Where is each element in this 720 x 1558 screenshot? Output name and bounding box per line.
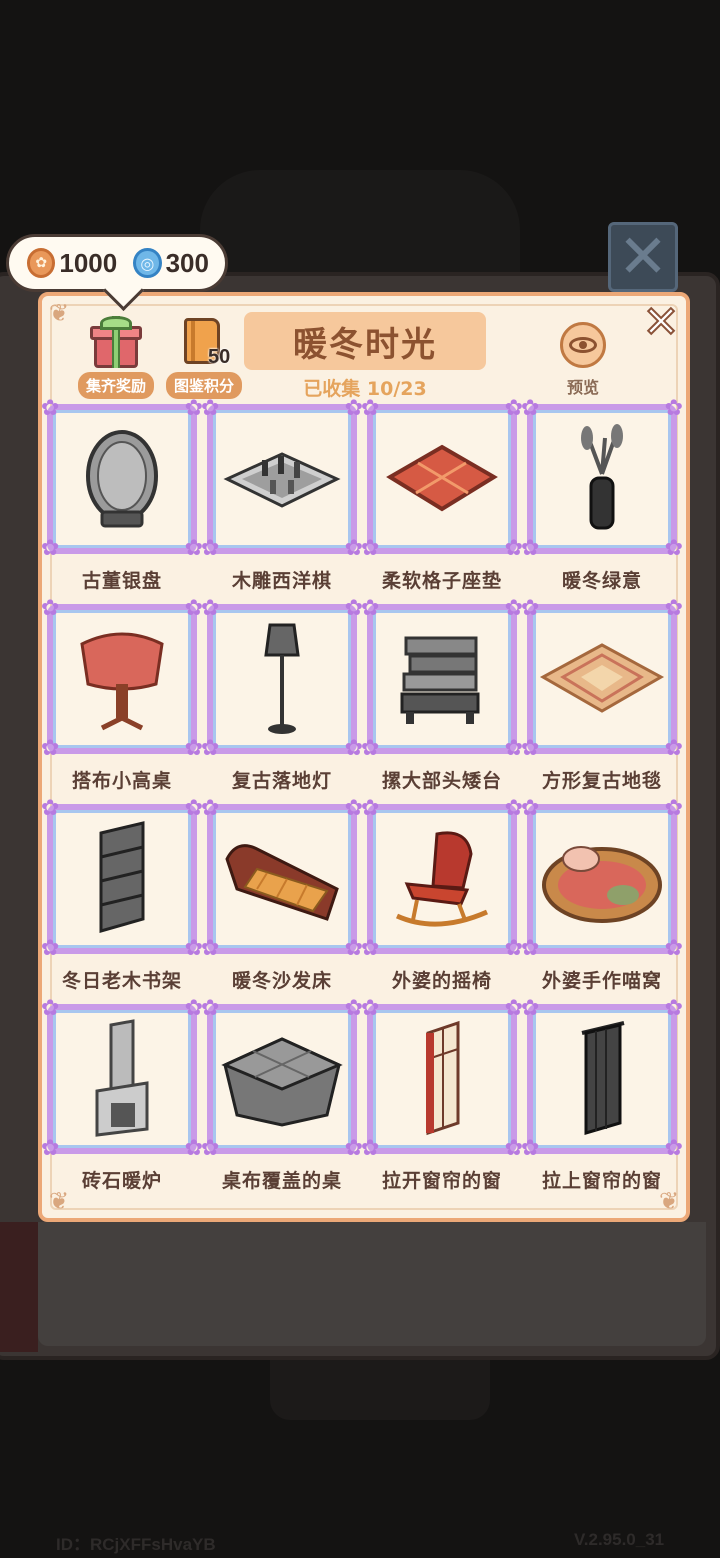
item-card[interactable]: ✿✿ 木雕西洋棋 bbox=[201, 398, 363, 604]
rug-icon bbox=[533, 610, 671, 748]
item-frame: ✿ ✿ bbox=[361, 798, 523, 961]
item-card[interactable]: ✿✿ 摞大部头矮台 bbox=[361, 598, 523, 804]
item-frame: ✿ ✿ bbox=[361, 598, 523, 761]
item-frame: ✿ ✿ bbox=[361, 998, 523, 1161]
item-card[interactable]: ✿✿ 暖冬绿意 bbox=[521, 398, 683, 604]
album-score-label: 图鉴积分 bbox=[166, 372, 243, 399]
gem-icon: ◎ bbox=[133, 248, 162, 278]
score-value: 50 bbox=[208, 346, 231, 368]
item-name: 拉上窗帘的窗 bbox=[541, 1170, 662, 1192]
item-frame: ✿ ✿ bbox=[41, 798, 203, 961]
sofa-bed-icon bbox=[213, 810, 351, 948]
page-title: 暖冬时光 bbox=[244, 312, 486, 370]
album-score-button[interactable]: 50 图鉴积分 bbox=[166, 316, 243, 399]
book-spine bbox=[0, 1222, 38, 1352]
collect-reward-button[interactable]: 集齐奖励 bbox=[78, 316, 155, 399]
coin-count: 1000 bbox=[59, 247, 118, 278]
fireplace-icon bbox=[53, 1010, 191, 1148]
closed-curtain-window-icon bbox=[533, 1010, 671, 1148]
item-frame: ✿ ✿ bbox=[521, 598, 683, 761]
preview-button[interactable]: 预览 bbox=[556, 322, 610, 398]
covered-table-icon bbox=[213, 1010, 351, 1148]
item-name: 木雕西洋棋 bbox=[231, 570, 332, 592]
close-icon[interactable]: ✕ bbox=[640, 300, 682, 346]
chess-board-icon bbox=[213, 410, 351, 548]
cat-bed-icon bbox=[533, 810, 671, 948]
screen: ✕ ❦ ❦ ❦ ✿ 1000 ◎ 300 集齐奖励 50 图鉴积分 暖冬时光 已… bbox=[0, 0, 720, 1558]
item-card[interactable]: ✿✿ 拉上窗帘的窗 bbox=[521, 998, 683, 1204]
item-card[interactable]: ✿✿ 暖冬沙发床 bbox=[201, 798, 363, 1004]
item-name: 方形复古地毯 bbox=[541, 770, 662, 792]
item-name: 古董银盘 bbox=[81, 570, 162, 592]
item-card[interactable]: ✿✿ 砖石暖炉 bbox=[41, 998, 203, 1204]
item-card[interactable]: ✿✿ 外婆手作喵窝 bbox=[521, 798, 683, 1004]
item-card[interactable]: ✿✿ 方形复古地毯 bbox=[521, 598, 683, 804]
collect-reward-label: 集齐奖励 bbox=[78, 372, 155, 399]
item-name: 暖冬沙发床 bbox=[231, 970, 332, 992]
item-name: 摞大部头矮台 bbox=[381, 770, 502, 792]
item-frame: ✿ ✿ bbox=[521, 798, 683, 961]
item-card[interactable]: ✿✿ 外婆的摇椅 bbox=[361, 798, 523, 1004]
bookshelf-icon bbox=[53, 810, 191, 948]
rocking-chair-icon bbox=[373, 810, 511, 948]
item-name: 外婆的摇椅 bbox=[391, 970, 492, 992]
item-name: 复古落地灯 bbox=[231, 770, 332, 792]
gift-icon bbox=[90, 316, 142, 368]
silver-plate-icon bbox=[53, 410, 191, 548]
cushion-icon bbox=[373, 410, 511, 548]
item-grid: ✿✿ 古董银盘 ✿✿ bbox=[41, 398, 683, 1204]
preview-label: 预览 bbox=[566, 378, 599, 397]
item-frame: ✿ ✿ bbox=[201, 398, 363, 561]
item-card[interactable]: ✿✿ 拉开窗帘的窗 bbox=[361, 998, 523, 1204]
background-close-icon: ✕ bbox=[608, 222, 678, 292]
item-frame: ✿ ✿ bbox=[521, 998, 683, 1161]
item-card[interactable]: ✿✿ 冬日老木书架 bbox=[41, 798, 203, 1004]
player-id: ID：RCjXFFsHvaYB bbox=[56, 1535, 216, 1554]
corner-ornament-icon: ❦ bbox=[48, 299, 70, 327]
item-card[interactable]: ✿✿ 复古落地灯 bbox=[201, 598, 363, 804]
item-frame: ✿ ✿ bbox=[201, 998, 363, 1161]
book-stack-table-icon bbox=[373, 610, 511, 748]
version-label: V.2.95.0_31 bbox=[574, 1530, 665, 1549]
item-card[interactable]: ✿✿ 搭布小高桌 bbox=[41, 598, 203, 804]
item-card[interactable]: ✿✿ 桌布覆盖的桌 bbox=[201, 998, 363, 1204]
item-name: 砖石暖炉 bbox=[81, 1170, 162, 1192]
item-frame: ✿ ✿ bbox=[361, 398, 523, 561]
item-frame: ✿ ✿ bbox=[201, 598, 363, 761]
gem-count: 300 bbox=[165, 247, 209, 278]
item-name: 柔软格子座垫 bbox=[381, 570, 502, 592]
item-frame: ✿ ✿ bbox=[41, 398, 203, 561]
book-page-bottom bbox=[38, 1222, 706, 1346]
vase-plant-icon bbox=[533, 410, 671, 548]
book-icon: 50 bbox=[178, 316, 230, 368]
item-name: 桌布覆盖的桌 bbox=[221, 1170, 342, 1192]
item-name: 暖冬绿意 bbox=[561, 570, 642, 592]
item-card[interactable]: ✿✿ 古董银盘 bbox=[41, 398, 203, 604]
item-frame: ✿ ✿ bbox=[201, 798, 363, 961]
item-frame: ✿ ✿ bbox=[521, 398, 683, 561]
side-table-icon bbox=[53, 610, 191, 748]
open-curtain-window-icon bbox=[373, 1010, 511, 1148]
item-name: 冬日老木书架 bbox=[61, 970, 182, 992]
floor-lamp-icon bbox=[213, 610, 351, 748]
item-name: 外婆手作喵窝 bbox=[541, 970, 662, 992]
item-card[interactable]: ✿✿ 柔软格子座垫 bbox=[361, 398, 523, 604]
item-frame: ✿ ✿ bbox=[41, 598, 203, 761]
currency-bubble: ✿ 1000 ◎ 300 bbox=[6, 234, 228, 292]
eye-icon bbox=[560, 322, 606, 368]
coin-icon: ✿ bbox=[27, 248, 56, 278]
item-frame: ✿ ✿ bbox=[41, 998, 203, 1161]
item-name: 搭布小高桌 bbox=[71, 770, 172, 792]
item-name: 拉开窗帘的窗 bbox=[381, 1170, 502, 1192]
